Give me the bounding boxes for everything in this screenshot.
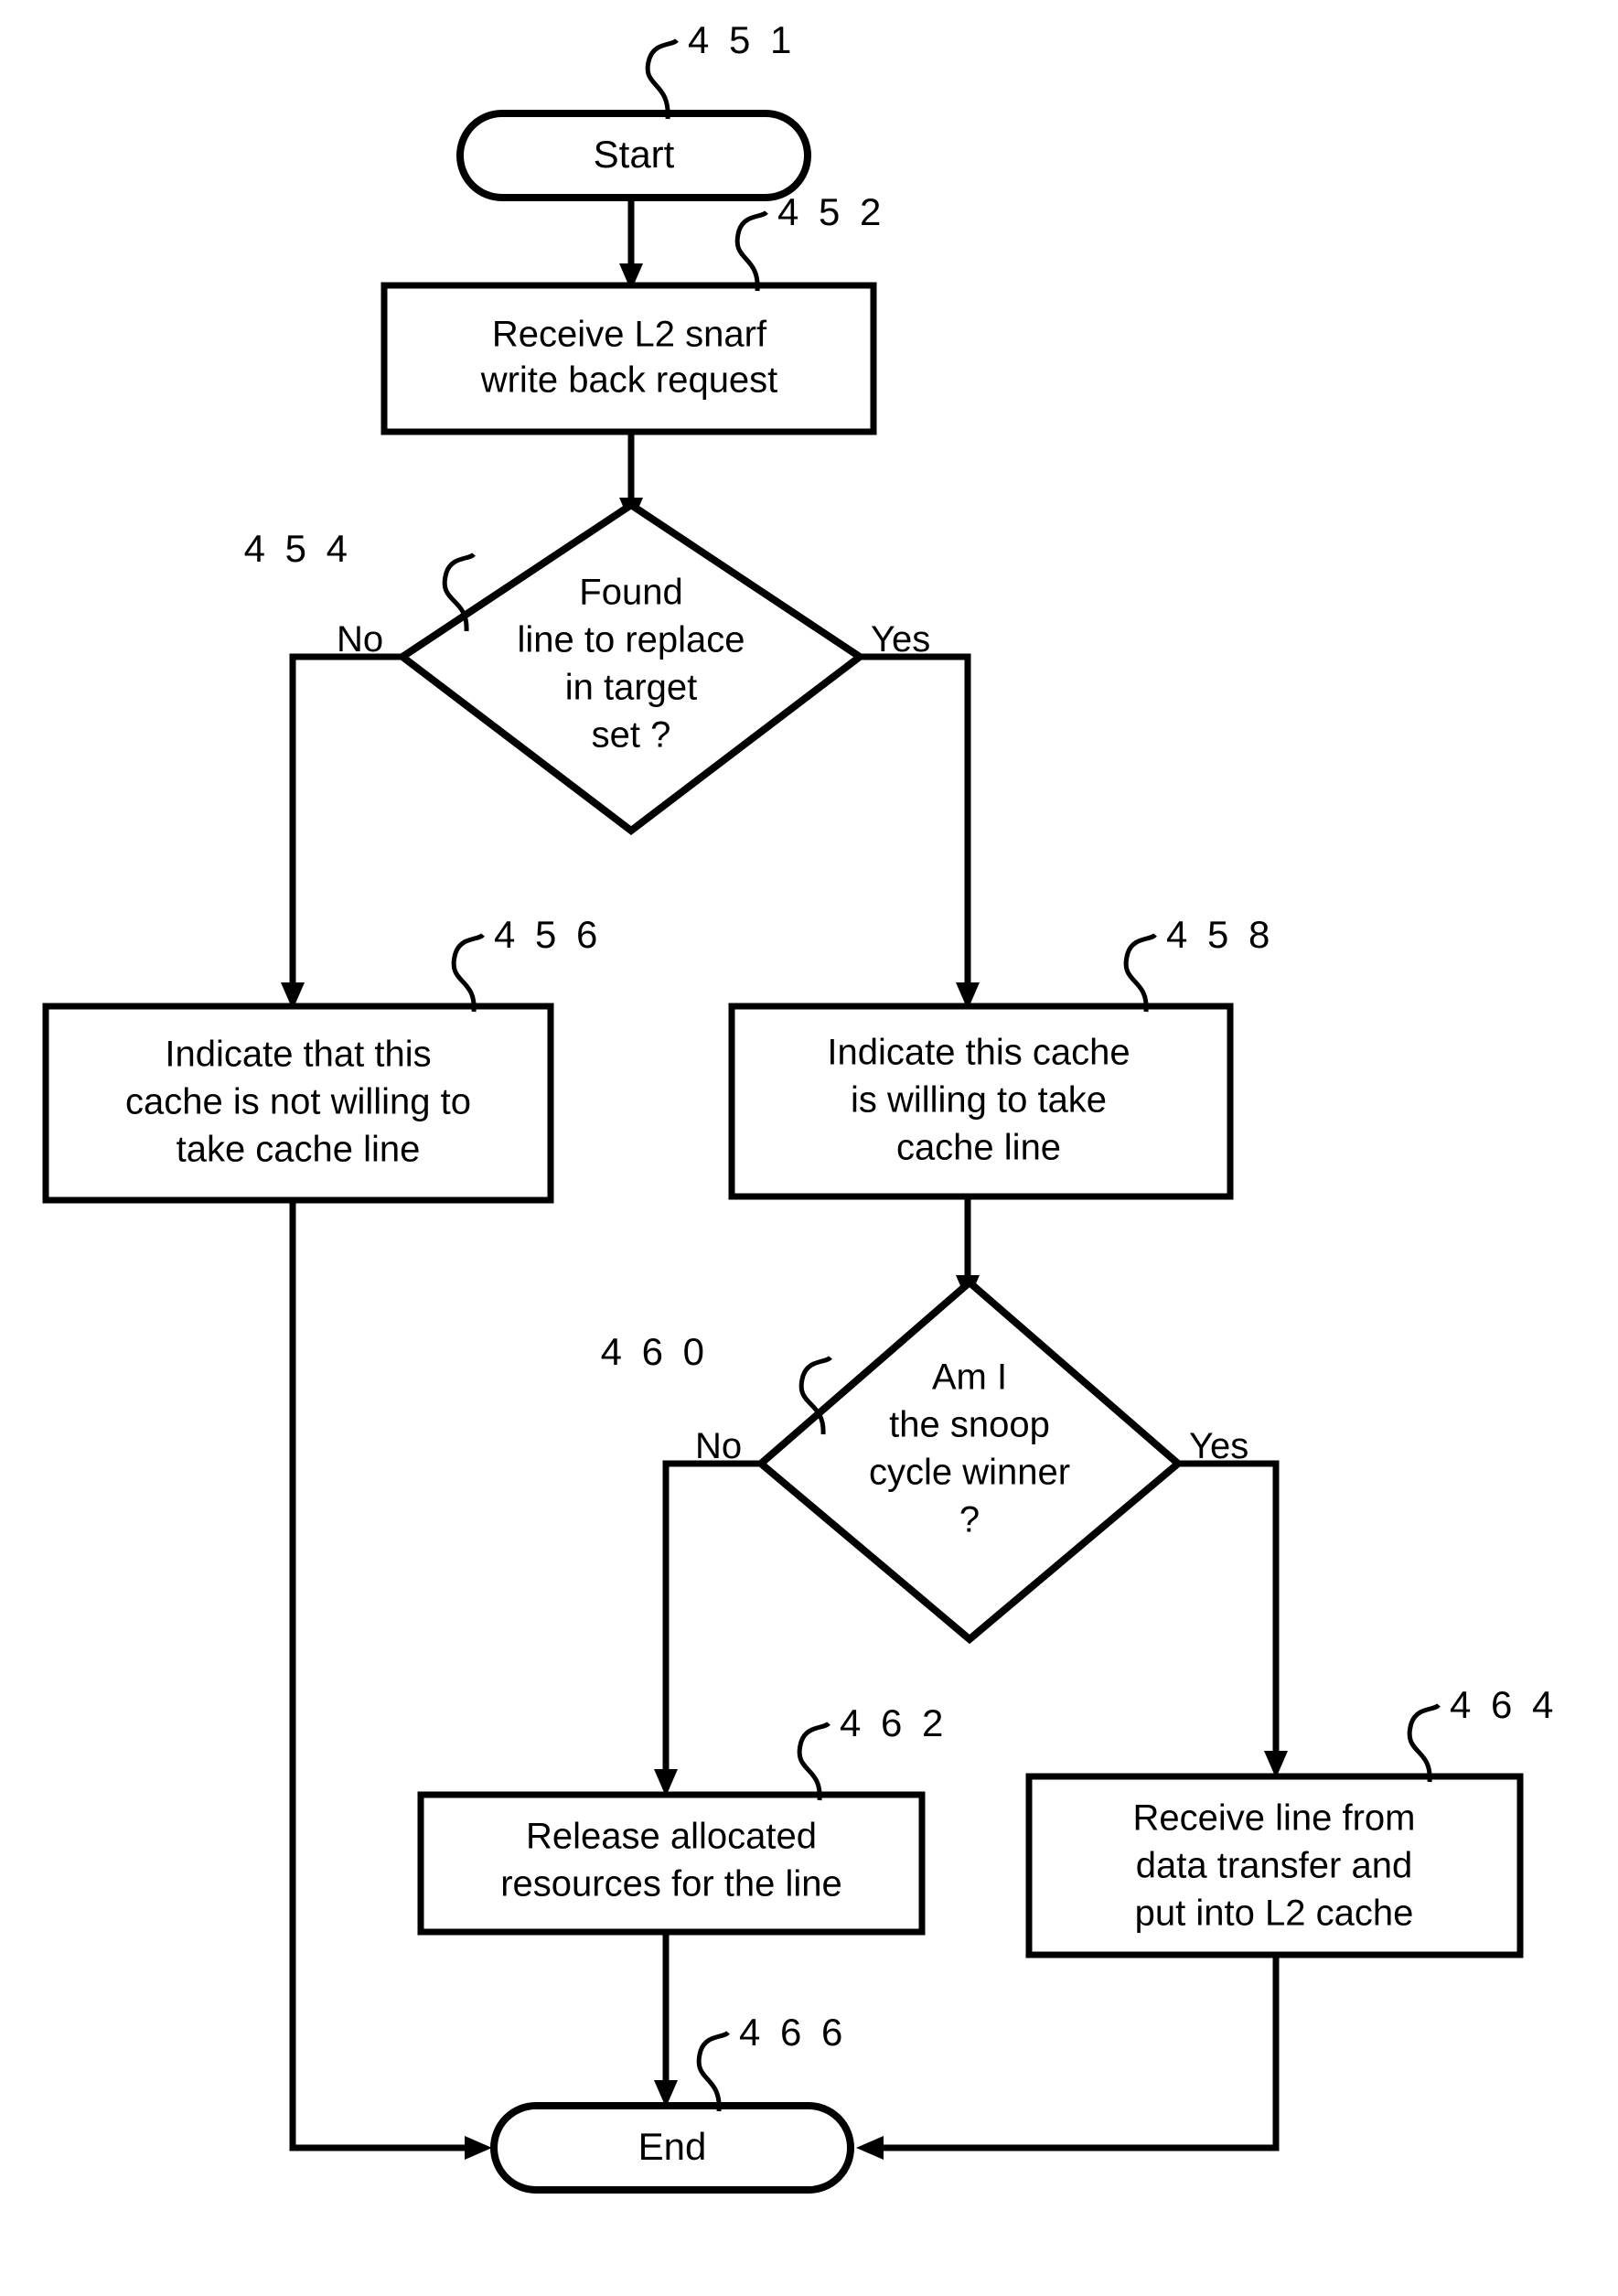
- node-460-line-1: Am I: [932, 1357, 1007, 1398]
- node-460-line-2: the snoop: [889, 1405, 1050, 1445]
- node-452-process[interactable]: Receive L2 snarf write back request: [380, 282, 877, 435]
- node-462-process[interactable]: Release allocated resources for the line: [417, 1791, 926, 1936]
- node-462-line-1: Release allocated: [526, 1817, 817, 1857]
- ref-452: 4 5 2: [777, 190, 885, 233]
- node-460-decision[interactable]: Am I the snoop cycle winner ?: [755, 1277, 1184, 1645]
- node-458-line-1: Indicate this cache: [827, 1033, 1130, 1073]
- edge-464-466: [856, 1955, 1280, 2160]
- ref-458: 4 5 8: [1166, 913, 1274, 956]
- node-452-line-1: Receive L2 snarf: [492, 315, 767, 355]
- edge-454-458-yes: [860, 653, 980, 1010]
- node-456-line-2: cache is not willing to: [125, 1082, 471, 1122]
- leader-464: [1407, 1703, 1441, 1783]
- node-466-end[interactable]: End: [490, 2102, 854, 2194]
- edge-454-456-no: [281, 653, 402, 1010]
- edge-460-462-no: [654, 1460, 761, 1797]
- node-454-line-4: set ?: [592, 715, 671, 756]
- node-451-start[interactable]: Start: [456, 110, 811, 201]
- leader-458: [1123, 933, 1157, 1013]
- ref-456: 4 5 6: [494, 913, 602, 956]
- node-458-line-2: is willing to take: [851, 1080, 1107, 1121]
- node-458-line-3: cache line: [896, 1128, 1061, 1168]
- node-460-line-4: ?: [959, 1500, 980, 1540]
- ref-454: 4 5 4: [244, 527, 352, 570]
- node-464-line-2: data transfer and: [1136, 1846, 1412, 1886]
- node-454-line-1: Found: [579, 573, 682, 613]
- node-464-line-3: put into L2 cache: [1135, 1894, 1414, 1934]
- node-454-line-2: line to replace: [517, 620, 745, 660]
- node-464-line-1: Receive line from: [1132, 1798, 1415, 1839]
- node-458-process[interactable]: Indicate this cache is willing to take c…: [728, 1003, 1234, 1200]
- node-466-label: End: [638, 2125, 707, 2168]
- edge-460-464-yes: [1178, 1460, 1288, 1778]
- ref-451: 4 5 1: [688, 18, 796, 61]
- branch-label-460-no: No: [695, 1426, 742, 1466]
- node-456-line-1: Indicate that this: [165, 1035, 431, 1075]
- leader-452: [734, 210, 768, 292]
- ref-460: 4 6 0: [601, 1330, 709, 1373]
- branch-label-460-yes: Yes: [1189, 1426, 1248, 1466]
- leader-456: [451, 933, 485, 1013]
- leader-466: [696, 2031, 730, 2112]
- ref-464: 4 6 4: [1450, 1683, 1558, 1726]
- leader-462: [797, 1722, 830, 1801]
- flowchart-page: Start 4 5 1 Receive L2 snarf write back …: [0, 0, 1618, 2296]
- ref-466: 4 6 6: [739, 2011, 847, 2054]
- edge-456-466: [289, 1200, 492, 2160]
- node-456-process[interactable]: Indicate that this cache is not willing …: [42, 1003, 554, 1204]
- node-462-line-2: resources for the line: [500, 1864, 842, 1904]
- node-452-line-2: write back request: [480, 360, 778, 401]
- flowchart-canvas: Start 4 5 1 Receive L2 snarf write back …: [42, 18, 1558, 2194]
- leader-451: [645, 38, 679, 120]
- ref-462: 4 6 2: [840, 1701, 948, 1744]
- branch-label-454-no: No: [337, 619, 383, 660]
- node-464-process[interactable]: Receive line from data transfer and put …: [1025, 1773, 1524, 1958]
- node-454-line-3: in target: [565, 668, 698, 708]
- node-460-line-3: cycle winner: [869, 1453, 1070, 1493]
- node-451-label: Start: [594, 133, 675, 176]
- branch-label-454-yes: Yes: [871, 619, 930, 660]
- node-456-line-3: take cache line: [177, 1130, 421, 1170]
